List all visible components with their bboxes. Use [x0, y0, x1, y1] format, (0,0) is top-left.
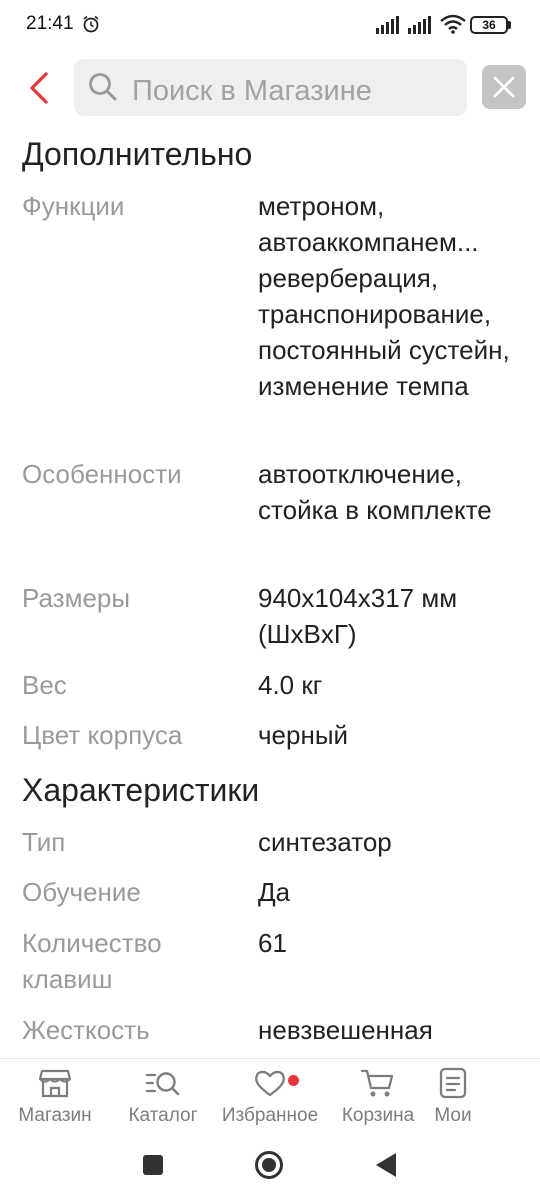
- system-nav-bar: [0, 1141, 540, 1200]
- spec-value: 940x104x317 мм (ШxВxГ): [258, 583, 458, 649]
- spec-value: 61: [258, 928, 287, 958]
- status-bar: 21:41 36: [0, 0, 540, 50]
- spec-label: Цвет корпуса: [22, 720, 183, 750]
- product-specs: Дополнительно Функции метроном, автоакко…: [0, 128, 540, 1058]
- wifi-icon: [440, 14, 466, 34]
- spec-value: автоотключение, стойка в комплекте: [258, 459, 492, 525]
- spec-label: Особенности: [22, 459, 182, 489]
- nav-label-cart: Корзина: [341, 1105, 415, 1126]
- spec-value: черный: [258, 720, 349, 750]
- status-time: 21:41: [26, 13, 74, 34]
- nav-item-store[interactable]: Магазин: [12, 1067, 98, 1139]
- spec-label: Обучение: [22, 877, 141, 907]
- spec-label: Размеры: [22, 583, 131, 613]
- nav-label-favorites: Избранное: [221, 1105, 319, 1126]
- signal-icon: [376, 16, 399, 34]
- close-icon: [493, 76, 515, 98]
- catalog-search-icon: [145, 1072, 180, 1096]
- bottom-nav: Магазин Каталог Избранное Корзина Мои: [0, 1059, 540, 1141]
- nav-label-my: Мои: [434, 1105, 472, 1126]
- clear-search-button[interactable]: [482, 65, 526, 109]
- search-bar[interactable]: [74, 59, 467, 116]
- battery-tip: [508, 21, 511, 29]
- nav-item-cart[interactable]: Корзина: [335, 1067, 421, 1139]
- nav-item-catalog[interactable]: Каталог: [120, 1067, 206, 1139]
- orders-list-icon: [439, 1067, 467, 1099]
- nav-item-my[interactable]: Мои: [430, 1067, 476, 1139]
- nav-label-store: Магазин: [18, 1105, 92, 1126]
- spec-value: 4.0 кг: [258, 670, 323, 700]
- section-title-additional: Дополнительно: [22, 136, 253, 172]
- alarm-icon: [83, 15, 99, 33]
- nav-label-catalog: Каталог: [128, 1105, 198, 1126]
- section-title-characteristics: Характеристики: [22, 772, 260, 808]
- spec-label: Функции: [22, 191, 125, 221]
- spec-label: Количество клавиш: [22, 928, 162, 994]
- spec-value: Да: [258, 877, 291, 907]
- spec-value: метроном, автоаккомпанем... реверберация…: [258, 191, 510, 401]
- store-icon: [38, 1069, 72, 1098]
- heart-icon: [255, 1070, 285, 1097]
- spec-value: невзвешенная: [258, 1015, 433, 1045]
- search-icon: [89, 73, 117, 101]
- search-input[interactable]: [132, 71, 452, 107]
- signal-icon: [408, 16, 431, 34]
- spec-label: Вес: [22, 670, 67, 700]
- battery-indicator: 36: [470, 16, 508, 34]
- home-button[interactable]: [255, 1151, 283, 1179]
- spec-label: Тип: [22, 827, 66, 857]
- back-button[interactable]: [22, 68, 58, 108]
- nav-item-favorites[interactable]: Избранное: [216, 1067, 324, 1139]
- spec-label: Жесткость: [22, 1015, 150, 1045]
- recents-button[interactable]: [143, 1155, 163, 1175]
- cart-icon: [360, 1069, 394, 1097]
- notification-dot: [288, 1075, 299, 1086]
- spec-value: синтезатор: [258, 827, 392, 857]
- system-back-button[interactable]: [376, 1153, 396, 1177]
